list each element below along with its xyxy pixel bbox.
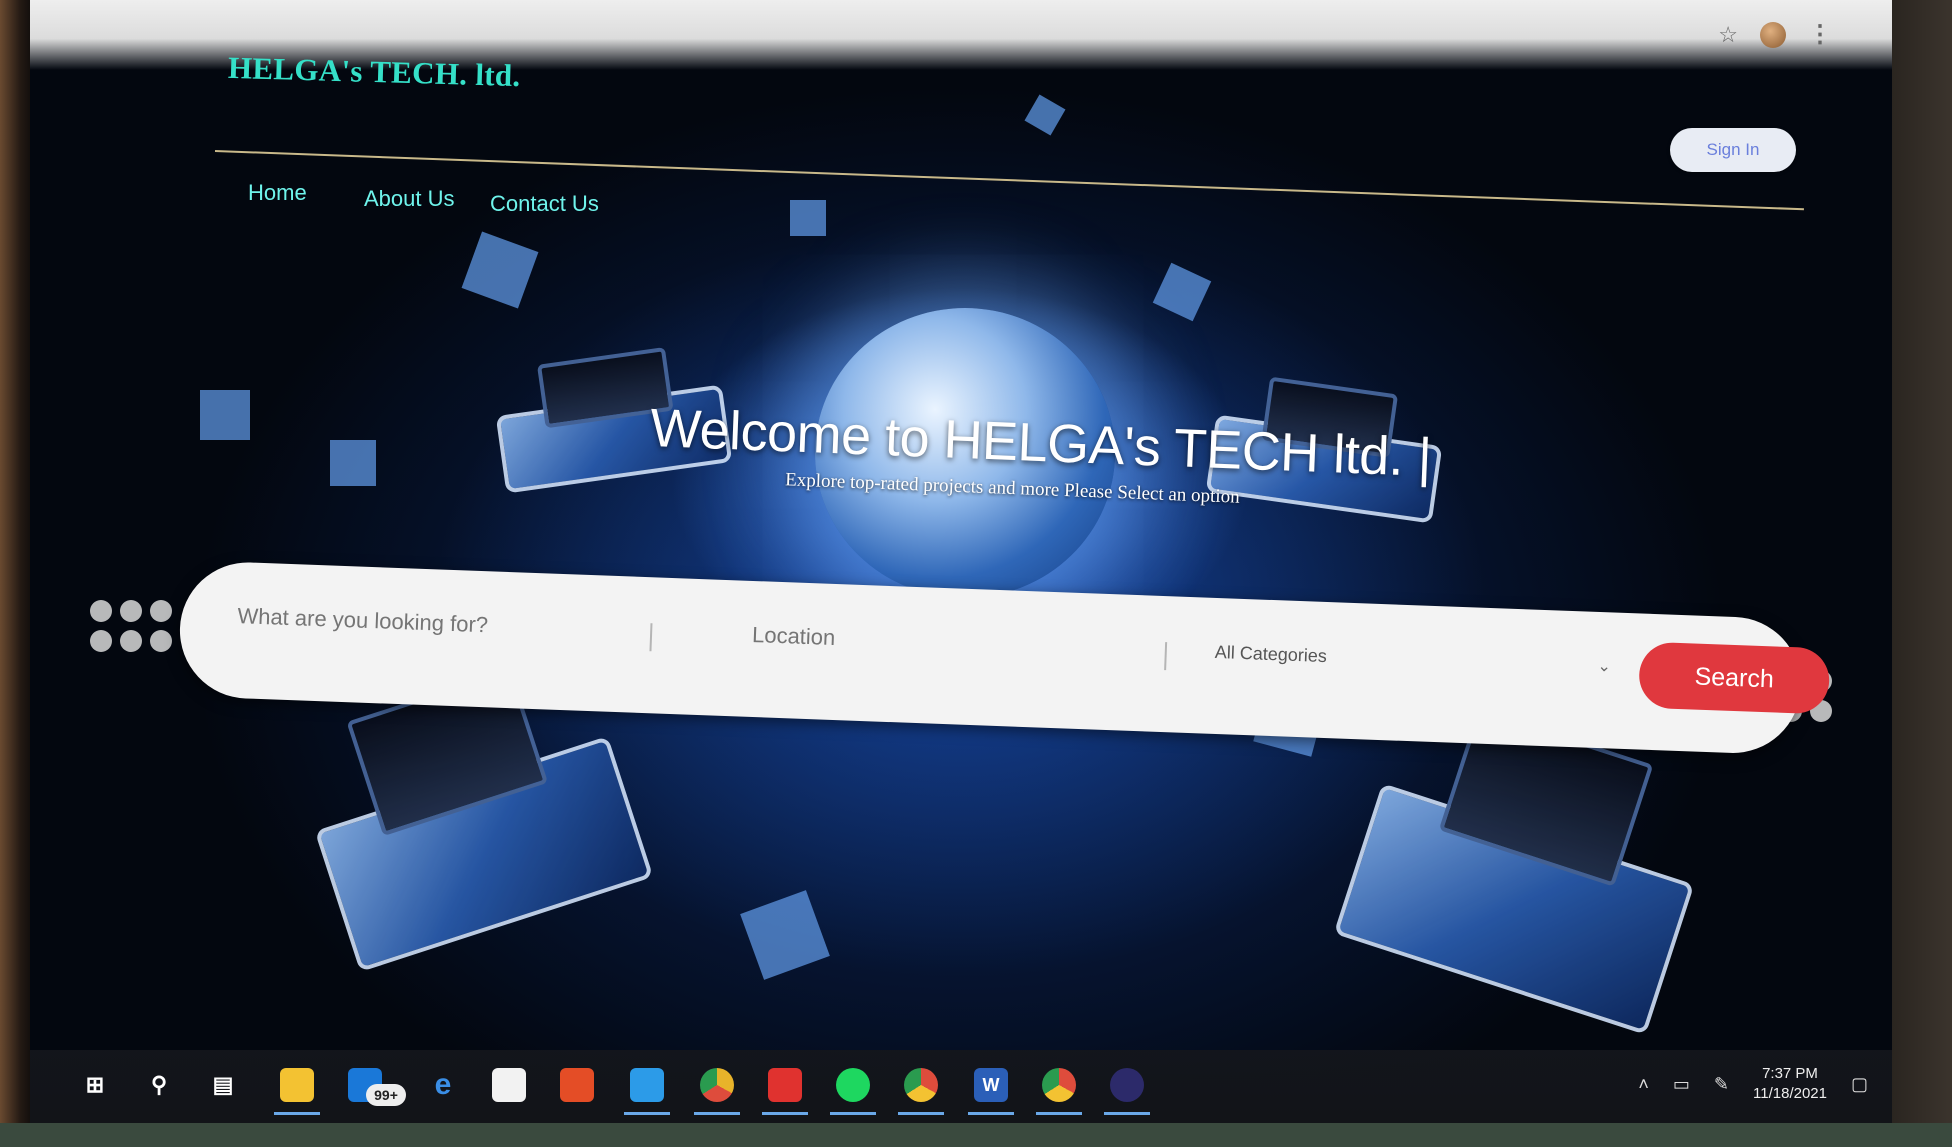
search-input[interactable] bbox=[234, 602, 620, 645]
active-indicator bbox=[762, 1112, 808, 1115]
decorative-tile bbox=[740, 890, 830, 980]
sign-in-button[interactable]: Sign In bbox=[1670, 128, 1796, 172]
monitor-bezel-right bbox=[1892, 0, 1952, 1147]
search-divider bbox=[649, 623, 653, 652]
active-indicator bbox=[1036, 1112, 1082, 1115]
windows-taskbar: ⊞ ⚲ ▤ 99+ e W ˄ ▭ ✎ 7:37 PM 11/18/2021 ▢ bbox=[30, 1050, 1892, 1123]
active-indicator bbox=[968, 1112, 1014, 1115]
active-indicator bbox=[694, 1112, 740, 1115]
decorative-tile bbox=[1152, 262, 1212, 322]
chrome-icon[interactable] bbox=[904, 1068, 938, 1102]
eclipse-icon[interactable] bbox=[1110, 1068, 1144, 1102]
laptop-image bbox=[314, 668, 654, 972]
nav-contact-us[interactable]: Contact Us bbox=[490, 191, 599, 217]
mail-badge: 99+ bbox=[366, 1084, 406, 1106]
notification-icon[interactable]: ▢ bbox=[1851, 1074, 1868, 1095]
brave-icon[interactable] bbox=[768, 1068, 802, 1102]
file-explorer-icon[interactable] bbox=[280, 1068, 314, 1102]
active-indicator bbox=[898, 1112, 944, 1115]
decorative-tile bbox=[461, 231, 539, 309]
active-indicator bbox=[274, 1112, 320, 1115]
clock[interactable]: 7:37 PM 11/18/2021 bbox=[1753, 1064, 1827, 1104]
laptop-image bbox=[1333, 708, 1695, 1035]
location-input[interactable] bbox=[749, 620, 1135, 663]
system-tray: ˄ ▭ ✎ 7:37 PM 11/18/2021 ▢ bbox=[1638, 1064, 1868, 1104]
edge-icon[interactable]: e bbox=[426, 1068, 460, 1102]
app-icon[interactable] bbox=[630, 1068, 664, 1102]
decorative-tile bbox=[1024, 94, 1066, 136]
menu-dots-icon[interactable]: ⋮ bbox=[1808, 20, 1832, 49]
clock-date: 11/18/2021 bbox=[1753, 1085, 1827, 1102]
chrome-canary-icon[interactable] bbox=[700, 1068, 734, 1102]
store-icon[interactable] bbox=[492, 1068, 526, 1102]
active-indicator bbox=[624, 1112, 670, 1115]
nav-home[interactable]: Home bbox=[248, 180, 307, 206]
monitor-bezel-bottom bbox=[0, 1123, 1952, 1147]
task-view-icon[interactable]: ▤ bbox=[206, 1068, 240, 1102]
active-indicator bbox=[830, 1112, 876, 1115]
search-button[interactable]: Search bbox=[1638, 641, 1831, 715]
chrome-profile-icon[interactable] bbox=[1042, 1068, 1076, 1102]
windows-start-icon[interactable]: ⊞ bbox=[78, 1068, 112, 1102]
decorative-dots bbox=[90, 600, 172, 652]
office-icon[interactable] bbox=[560, 1068, 594, 1102]
nav-about-us[interactable]: About Us bbox=[364, 186, 455, 212]
spotify-icon[interactable] bbox=[836, 1068, 870, 1102]
screen: ☆ ⋮ HELGA's TECH. ltd. Home About Us Con… bbox=[30, 0, 1892, 1123]
clock-time: 7:37 PM bbox=[1762, 1065, 1818, 1082]
decorative-tile bbox=[790, 200, 826, 236]
hero-background bbox=[30, 40, 1892, 1080]
chevron-down-icon[interactable]: ⌄ bbox=[1597, 656, 1611, 676]
word-icon[interactable]: W bbox=[974, 1068, 1008, 1102]
category-select[interactable]: All Categories bbox=[1214, 642, 1327, 667]
monitor-bezel-left bbox=[0, 0, 34, 1147]
search-icon[interactable]: ⚲ bbox=[142, 1068, 176, 1102]
battery-icon[interactable]: ▭ bbox=[1673, 1074, 1690, 1095]
decorative-tile bbox=[330, 440, 376, 486]
search-divider bbox=[1164, 642, 1168, 671]
profile-icon[interactable] bbox=[1760, 21, 1786, 48]
chevron-up-icon[interactable]: ˄ bbox=[1638, 1074, 1649, 1095]
pen-icon[interactable]: ✎ bbox=[1714, 1074, 1729, 1095]
active-indicator bbox=[1104, 1112, 1150, 1115]
decorative-tile bbox=[200, 390, 250, 440]
star-icon[interactable]: ☆ bbox=[1718, 22, 1738, 48]
